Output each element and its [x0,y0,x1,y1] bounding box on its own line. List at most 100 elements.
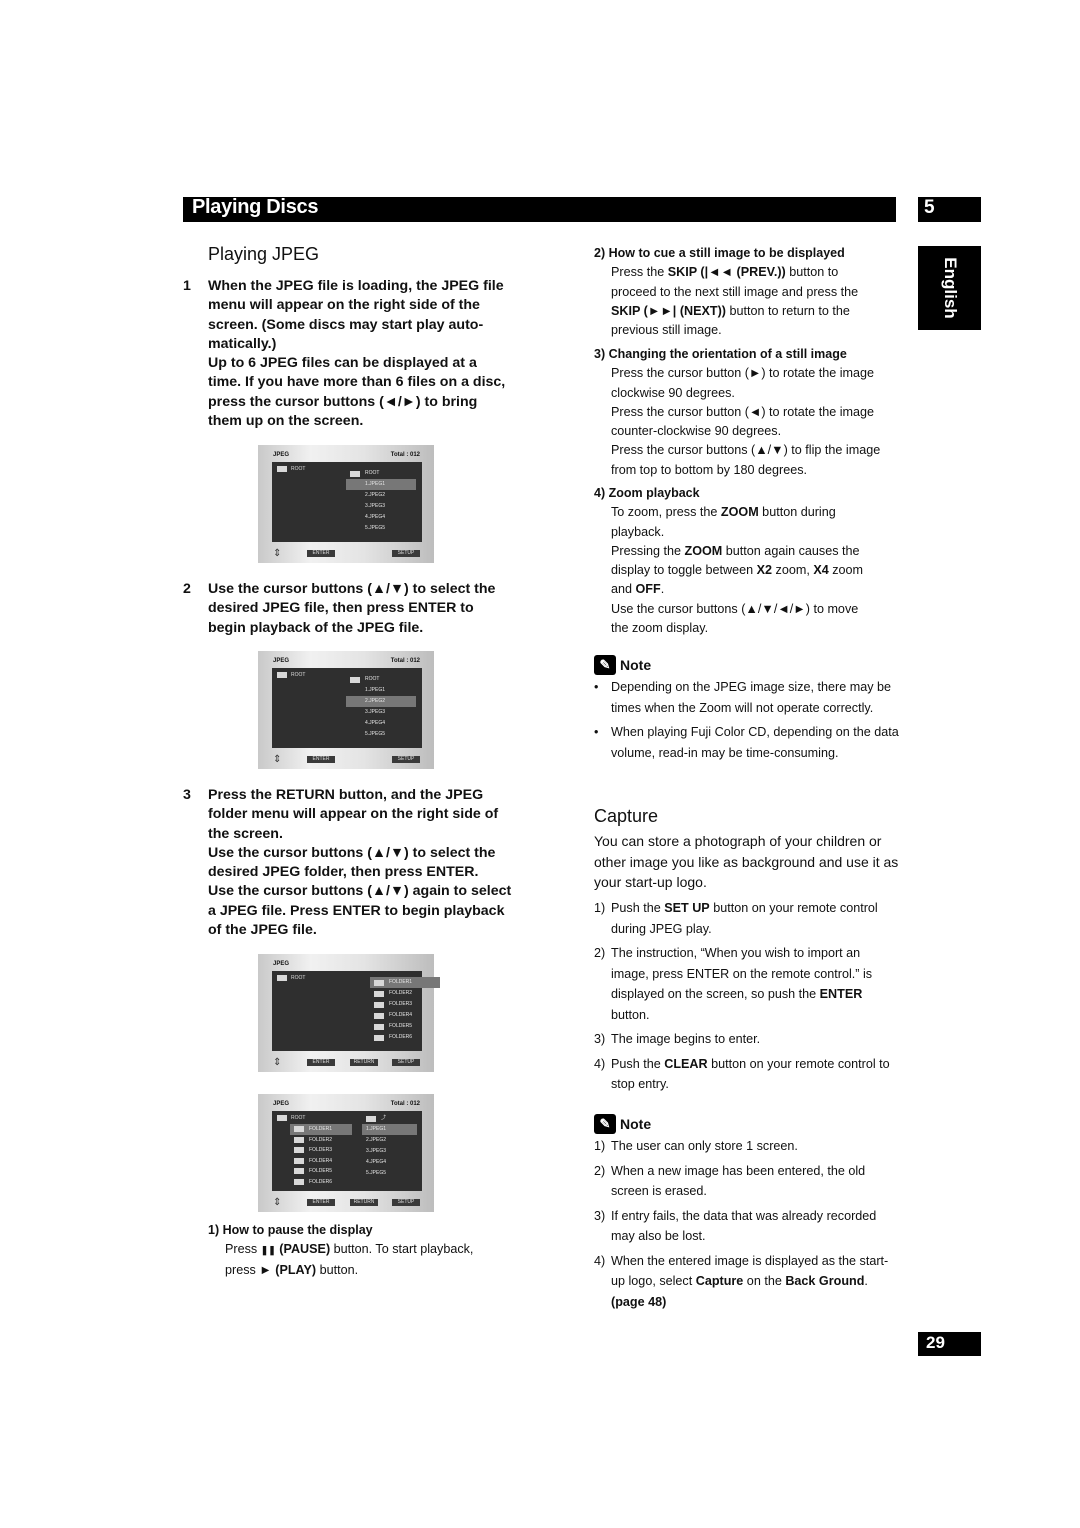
file-row: 5.JPEG5 [346,729,416,740]
chapter-badge: 5 [918,197,981,222]
text: Push the [611,1056,665,1071]
screen-total: Total : 012 [390,658,420,664]
file-row: FOLDER5 [370,1021,440,1032]
file-name: ROOT [365,470,380,476]
file-name: 1.JPEG1 [366,1126,387,1132]
cue-heading: 2) How to cue a still image to be displa… [594,246,845,260]
root-text: ROOT [291,1115,306,1121]
text: When playing Fuji Color CD, depending on… [611,725,899,760]
x2-label: X2 [756,563,773,578]
pause-heading: 1) How to pause the display [208,1223,373,1237]
pencil-icon: ✎ [594,1114,616,1134]
screen-button-enter: ENTER [307,1059,335,1066]
file-row: FOLDER1 [370,977,440,988]
text: proceed to the next still image and pres… [611,284,859,299]
text: on the [743,1274,786,1288]
text: and [611,582,636,597]
step-number: 3) [594,1032,606,1046]
clear-label: CLEAR [664,1056,708,1071]
enter-label: ENTER [819,987,863,1001]
skip-label: SKIP [667,265,697,280]
up-arrow-icon: ⤴ [381,1115,387,1121]
screen-button-enter: ENTER [307,550,335,557]
screen-total: Total : 012 [390,1101,420,1107]
text: Use the cursor buttons (▲/▼/◄/►) to move [611,601,859,616]
note-bullet: • When playing Fuji Color CD, depending o… [594,722,900,763]
folder-icon [374,990,384,997]
text: Press the cursor button (◄) to rotate th… [611,404,875,419]
cursor-arrows-icon: ⇕ [273,754,282,765]
capture-step: 2) The instruction, “When you wish to imp… [594,943,900,1025]
folder-icon [294,1168,304,1175]
setup-label: SET UP [664,901,710,915]
screen-panel: ROOT ROOT 1.JPEG1 2.JPEG2 3.JPEG3 4.JPEG4 5.JP… [272,462,422,542]
tv-screen-1: JPEG Total : 012 ROOT ROOT 1.JPEG1 2.JPEG2 3.J… [258,445,434,563]
folder-open-icon [277,975,287,981]
file-row: 3.JPEG3 [346,707,416,718]
root-text: ROOT [291,672,306,678]
text: the zoom display. [611,621,709,636]
item-number: 2) [594,1163,606,1178]
folder-icon [366,1115,376,1122]
file-row: 2.JPEG2 [346,696,416,707]
orientation-heading: 3) Changing the orientation of a still i… [594,347,847,361]
folder-open-icon [277,466,287,472]
text: To zoom, press the [611,505,721,520]
text: . [864,1274,868,1288]
text: button. To start playback, [330,1242,474,1257]
tv-screen-2: JPEG Total : 012 ROOT ROOT 1.JPEG1 2.JPEG2 3.J… [258,651,434,769]
screen-button-setup: SETUP [392,1059,420,1066]
capture-step: 1) Push the SET UP button on your remote … [594,898,900,939]
step-number: 1 [183,278,191,294]
step-2: 2 Use the cursor buttons (▲/▼) to select… [183,580,513,638]
play-label: (PLAY) [271,1262,317,1277]
step-text: When the JPEG file is loading, the JPEG … [208,278,504,352]
language-label: English [940,257,960,319]
file-name: 2.JPEG2 [365,698,386,704]
text: button to [785,265,839,280]
capture-heading: Capture [594,806,659,826]
screen-title: JPEG [273,1101,290,1107]
screen-button-enter: ENTER [307,1199,335,1206]
text: Depending on the JPEG image size, there … [611,680,892,715]
file-name: FOLDER1 [389,979,413,985]
prev-label: (|◄◄ (PREV.)) [696,265,786,280]
text: Press the cursor buttons (▲/▼) to flip t… [611,443,881,458]
file-list: ⤴ 1.JPEG1 2.JPEG2 3.JPEG3 4.JPEG4 5.JPEG5 [362,1115,417,1179]
pencil-icon: ✎ [594,655,616,675]
file-row: 3.JPEG3 [362,1146,417,1157]
item-number: 3) [594,1208,606,1223]
note-bullet: • Depending on the JPEG image size, there… [594,677,900,718]
folder-row: FOLDER1 [290,1124,352,1135]
file-name: 4.JPEG4 [365,514,386,520]
folder-name: FOLDER6 [309,1178,333,1185]
capture-label: Capture [695,1274,744,1288]
root-text: ROOT [291,975,306,981]
file-row: 5.JPEG5 [362,1168,417,1179]
zoom-label: ZOOM [720,505,759,520]
page-number-badge: 29 [918,1332,981,1356]
file-name: 4.JPEG4 [365,720,386,726]
screen-button-setup: SETUP [392,756,420,763]
folder-icon [374,1001,384,1008]
screen-panel: ROOT FOLDER1 FOLDER2 FOLDER3 FOLDER4 FOLDER5 F… [272,971,440,1051]
folder-row: FOLDER5 [290,1166,352,1177]
language-tab: English [918,246,981,330]
file-name: 5.JPEG5 [366,1170,387,1176]
capture-step: 4) Push the CLEAR button on your remote c… [594,1054,900,1095]
text: Press [225,1242,261,1257]
screen-title: JPEG [273,452,290,458]
text: zoom [828,563,864,578]
text: counter-clockwise 90 degrees. [611,424,782,439]
chapter-number: 5 [924,197,935,218]
text: press [225,1262,260,1277]
file-list: ROOT 1.JPEG1 2.JPEG2 3.JPEG3 4.JPEG4 5.JPEG5 [346,674,416,740]
file-list: ROOT 1.JPEG1 2.JPEG2 3.JPEG3 4.JPEG4 5.JPEG5 [346,468,416,534]
file-row: ROOT [346,468,416,479]
screen-panel: ROOT ROOT 1.JPEG1 2.JPEG2 3.JPEG3 4.JPEG4 5.JP… [272,668,422,748]
file-row: 1.JPEG1 [346,685,416,696]
file-name: 1.JPEG1 [365,687,386,693]
file-row: 1.JPEG1 [362,1124,417,1135]
file-row: 2.JPEG2 [362,1135,417,1146]
playing-jpeg-heading: Playing JPEG [208,244,320,264]
